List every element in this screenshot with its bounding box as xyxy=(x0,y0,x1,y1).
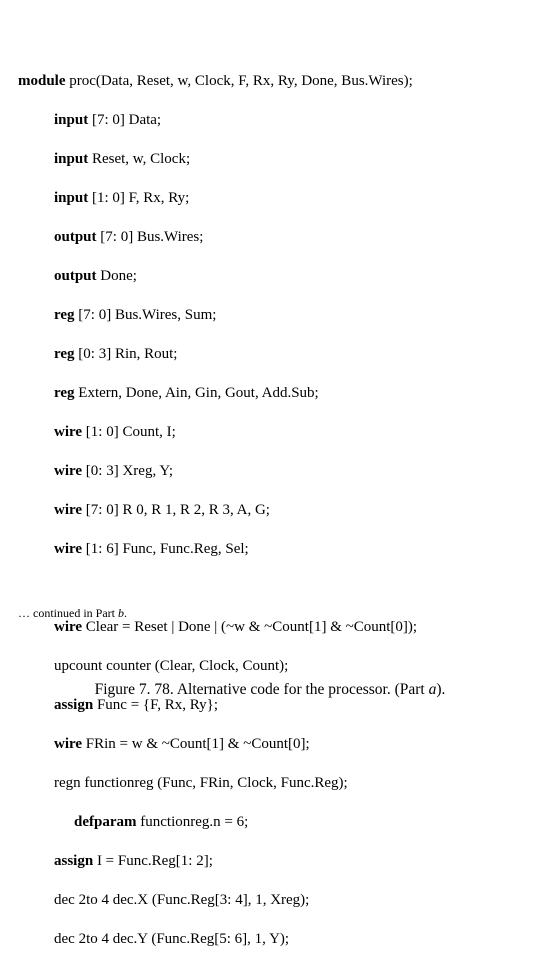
code-listing: module proc(Data, Reset, w, Clock, F, Rx… xyxy=(18,52,417,969)
code-line: module proc(Data, Reset, w, Clock, F, Rx… xyxy=(18,72,417,92)
code-line: input [7: 0] Data; xyxy=(54,111,417,131)
keyword-defparam: defparam xyxy=(74,814,137,830)
code-line: defparam functionreg.n = 6; xyxy=(74,813,417,833)
keyword-wire: wire xyxy=(54,736,82,752)
keyword-reg: reg xyxy=(54,385,75,401)
code-line: output [7: 0] Bus.Wires; xyxy=(54,228,417,248)
keyword-assign: assign xyxy=(54,853,93,869)
code-line: reg [7: 0] Bus.Wires, Sum; xyxy=(54,306,417,326)
keyword-wire: wire xyxy=(54,424,82,440)
keyword-module: module xyxy=(18,73,66,89)
keyword-output: output xyxy=(54,268,97,284)
keyword-input: input xyxy=(54,112,88,128)
code-line: dec 2to 4 dec.X (Func.Reg[3: 4], 1, Xreg… xyxy=(54,891,417,911)
keyword-wire: wire xyxy=(54,541,82,557)
code-line: wire FRin = w & ~Count[1] & ~Count[0]; xyxy=(54,735,417,755)
code-line: upcount counter (Clear, Clock, Count); xyxy=(54,657,417,677)
code-line: regn functionreg (Func, FRin, Clock, Fun… xyxy=(54,774,417,794)
keyword-wire: wire xyxy=(54,463,82,479)
code-line: wire [1: 0] Count, I; xyxy=(54,423,417,443)
code-line: assign I = Func.Reg[1: 2]; xyxy=(54,852,417,872)
keyword-wire: wire xyxy=(54,502,82,518)
keyword-input: input xyxy=(54,190,88,206)
code-line: wire [0: 3] Xreg, Y; xyxy=(54,462,417,482)
code-line: output Done; xyxy=(54,267,417,287)
code-line: wire [7: 0] R 0, R 1, R 2, R 3, A, G; xyxy=(54,501,417,521)
continuation-note: … continued in Part b. xyxy=(18,606,127,622)
keyword-input: input xyxy=(54,151,88,167)
keyword-reg: reg xyxy=(54,346,75,362)
figure-caption: Figure 7. 78. Alternative code for the p… xyxy=(0,680,540,700)
keyword-reg: reg xyxy=(54,307,75,323)
code-line: dec 2to 4 dec.Y (Func.Reg[5: 6], 1, Y); xyxy=(54,930,417,950)
code-line: input [1: 0] F, Rx, Ry; xyxy=(54,189,417,209)
code-line: reg [0: 3] Rin, Rout; xyxy=(54,345,417,365)
code-line: reg Extern, Done, Ain, Gin, Gout, Add.Su… xyxy=(54,384,417,404)
code-line: wire [1: 6] Func, Func.Reg, Sel; xyxy=(54,540,417,560)
blank-line xyxy=(18,579,417,599)
code-line: input Reset, w, Clock; xyxy=(54,150,417,170)
keyword-output: output xyxy=(54,229,97,245)
